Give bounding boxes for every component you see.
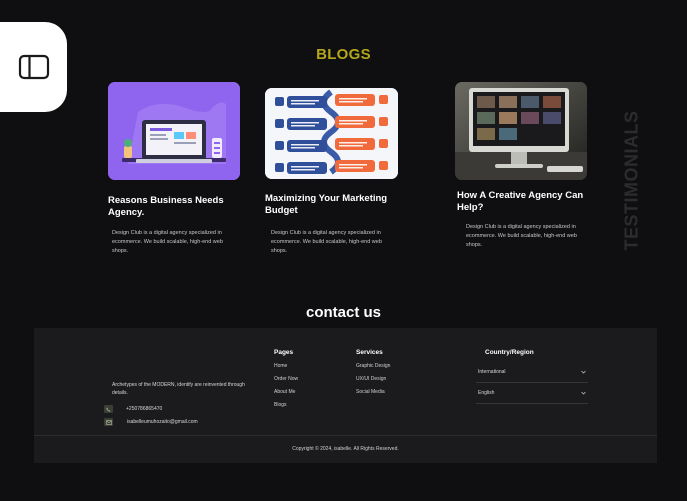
blog-card-title[interactable]: Maximizing Your Marketing Budget <box>265 193 395 217</box>
footer-link-blogs[interactable]: Blogs <box>274 402 298 415</box>
chevron-down-icon <box>581 370 586 374</box>
phone-icon <box>104 405 113 413</box>
footer-about-text: Archetypes of the MODERN, identify are r… <box>112 382 245 396</box>
language-select-value: English <box>478 390 495 396</box>
footer-link-home[interactable]: Home <box>274 363 298 376</box>
footer-divider <box>34 435 657 436</box>
footer-link-about-me[interactable]: About Me <box>274 389 298 402</box>
sidebar-toggle-button[interactable] <box>0 22 67 112</box>
country-select[interactable]: International <box>476 362 588 383</box>
chevron-down-icon <box>581 391 586 395</box>
blog-card[interactable]: How A Creative Agency Can Help? Design C… <box>455 82 591 250</box>
blog-card-excerpt: Design Club is a digital agency speciali… <box>271 230 382 254</box>
footer-pages-title: Pages <box>274 349 294 356</box>
footer-phone[interactable]: +250786865470 <box>104 405 162 413</box>
testimonials-label: TESTIMONIALS <box>621 110 642 250</box>
blog-card-excerpt: Design Club is a digital agency speciali… <box>466 224 577 248</box>
blog-card[interactable]: Maximizing Your Marketing Budget Design … <box>265 88 401 256</box>
blog-card-title[interactable]: Reasons Business Needs Agency. <box>108 195 244 219</box>
blog-card-title[interactable]: How A Creative Agency Can Help? <box>457 190 591 214</box>
footer: Archetypes of the MODERN, identify are r… <box>34 328 657 463</box>
footer-link-uxui-design[interactable]: UX/UI Design <box>356 376 390 389</box>
footer-email[interactable]: isabelleumuhozaito@gmail.com <box>104 418 198 426</box>
blog-card-image <box>455 82 587 180</box>
testimonials-vertical-label: TESTIMONIALS <box>620 96 644 264</box>
country-select-value: International <box>478 369 506 375</box>
footer-pages-list: Home Order Now About Me Blogs <box>274 363 298 415</box>
footer-link-social-media[interactable]: Social Media <box>356 389 390 402</box>
blog-card-image <box>265 88 398 179</box>
blog-card[interactable]: Reasons Business Needs Agency. Design Cl… <box>108 82 244 256</box>
footer-email-text: isabelleumuhozaito@gmail.com <box>127 419 198 425</box>
language-select[interactable]: English <box>476 383 588 404</box>
footer-services-title: Services <box>356 349 383 356</box>
footer-link-order-now[interactable]: Order Now <box>274 376 298 389</box>
blog-card-excerpt: Design Club is a digital agency speciali… <box>112 230 223 254</box>
email-icon <box>104 418 113 426</box>
blogs-section-title: BLOGS <box>316 46 371 63</box>
blog-card-image <box>108 82 240 180</box>
footer-phone-text: +250786865470 <box>126 406 163 412</box>
contact-section-title: contact us <box>305 304 381 321</box>
footer-link-graphic-design[interactable]: Graphic Design <box>356 363 390 376</box>
footer-region-title: Country/Region <box>485 349 534 356</box>
footer-copyright: Copyright © 2024, isabelle. All Rights R… <box>292 446 399 452</box>
footer-services-list: Graphic Design UX/UI Design Social Media <box>356 363 390 402</box>
